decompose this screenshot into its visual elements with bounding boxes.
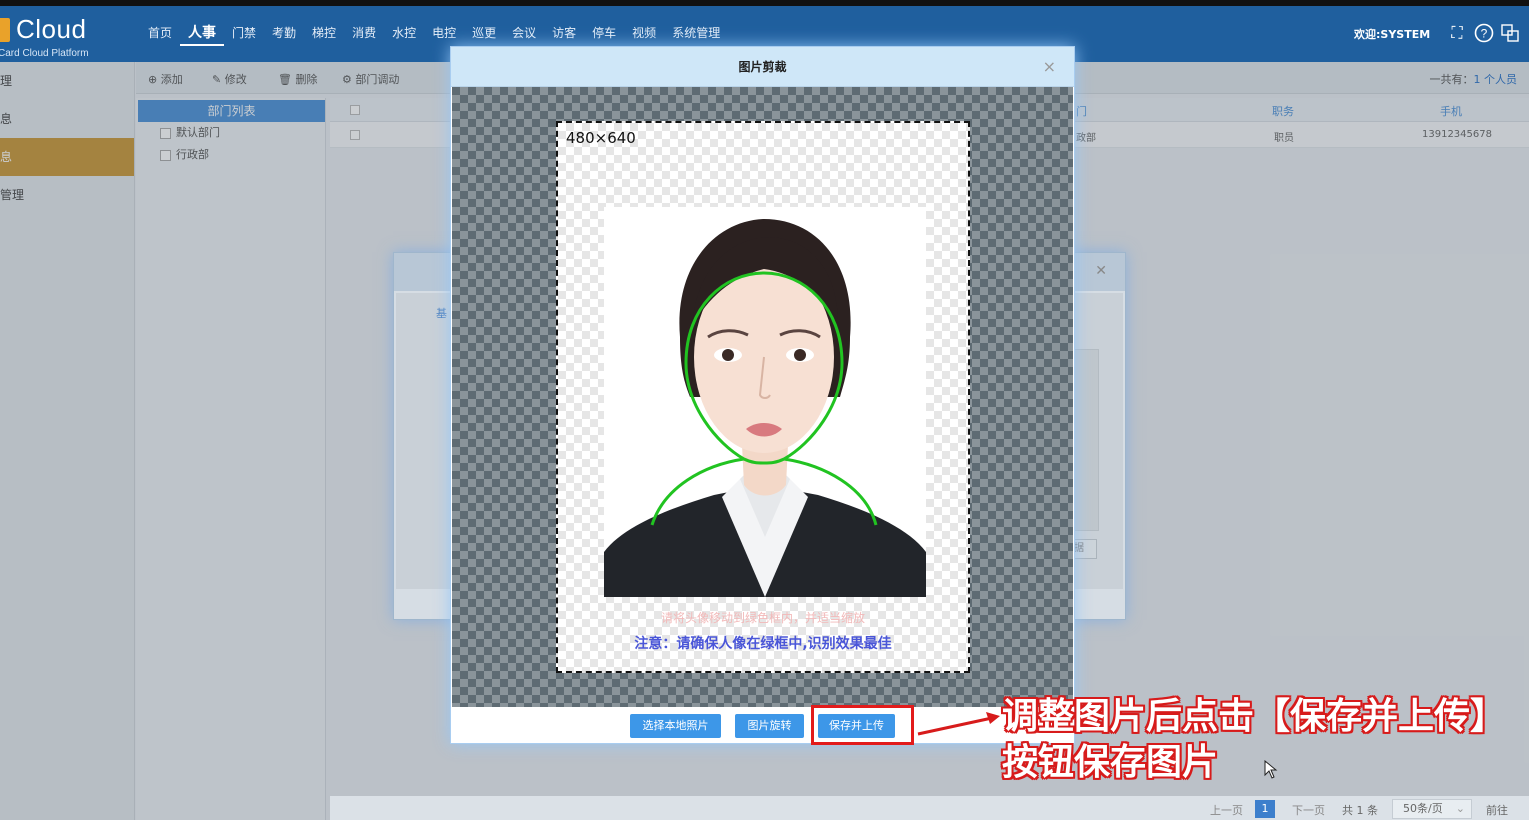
pagination: 上一页 1 下一页 共 1 条 50条/页 ⌄ 前往 xyxy=(330,796,1529,820)
page-number-current[interactable]: 1 xyxy=(1255,800,1275,818)
nav-parking[interactable]: 停车 xyxy=(584,24,624,46)
close-icon[interactable]: ✕ xyxy=(1095,263,1107,279)
nav-personnel[interactable]: 人事 xyxy=(180,24,225,46)
image-crop-dialog: 图片剪裁 × 480×640 请将头像移动到绿色框内，并适当缩放 注意：请确保人… xyxy=(450,46,1075,744)
annotation-text: 调整图片后点击【保存并上传】 按钮保存图片 xyxy=(1002,694,1506,786)
dialog-title: 图片剪裁 xyxy=(451,47,1074,87)
logo-title: Cloud xyxy=(16,14,87,44)
crop-hint-text: 请将头像移动到绿色框内，并适当缩放 xyxy=(660,611,865,625)
next-page-button[interactable]: 下一页 xyxy=(1292,802,1325,818)
crop-size-label: 480×640 xyxy=(566,129,636,147)
logo-icon xyxy=(0,18,10,42)
main-nav: 首页 人事 门禁 考勤 梯控 消费 水控 电控 巡更 会议 访客 停车 视频 系… xyxy=(140,24,728,46)
annotation-arrow-icon xyxy=(917,712,1000,736)
crop-canvas[interactable]: 480×640 请将头像移动到绿色框内，并适当缩放 注意：请确保人像在绿框中,识… xyxy=(452,87,1073,707)
nav-system[interactable]: 系统管理 xyxy=(664,24,728,46)
nav-water[interactable]: 水控 xyxy=(384,24,424,46)
rotate-image-button[interactable]: 图片旋转 xyxy=(735,714,804,738)
language-icon[interactable] xyxy=(1500,23,1520,43)
nav-patrol[interactable]: 巡更 xyxy=(464,24,504,46)
crop-selection-box[interactable]: 480×640 请将头像移动到绿色框内，并适当缩放 注意：请确保人像在绿框中,识… xyxy=(556,121,970,673)
nav-meeting[interactable]: 会议 xyxy=(504,24,544,46)
help-icon[interactable]: ? xyxy=(1474,23,1494,43)
svg-text:?: ? xyxy=(1481,27,1488,41)
mouse-cursor-icon xyxy=(1264,760,1278,779)
prev-page-button[interactable]: 上一页 xyxy=(1210,802,1243,818)
crop-notice: 注意：请确保人像在绿框中,识别效果最佳 xyxy=(634,636,892,652)
welcome-text: 欢迎:SYSTEM xyxy=(1354,28,1431,41)
portrait-photo xyxy=(604,207,926,597)
page-size-select[interactable]: 50条/页 ⌄ xyxy=(1392,799,1472,819)
annotation-highlight-box xyxy=(811,705,914,745)
nav-elevator[interactable]: 梯控 xyxy=(304,24,344,46)
nav-video[interactable]: 视频 xyxy=(624,24,664,46)
logo-subtitle: Card Cloud Platform xyxy=(0,48,89,59)
chevron-down-icon: ⌄ xyxy=(1455,802,1465,815)
nav-home[interactable]: 首页 xyxy=(140,24,180,46)
goto-page-label: 前往 xyxy=(1486,804,1508,817)
choose-local-photo-button[interactable]: 选择本地照片 xyxy=(630,714,721,738)
annotation-line-2: 按钮保存图片 xyxy=(1002,742,1219,783)
tab-basic[interactable]: 基 xyxy=(436,305,447,321)
nav-consumption[interactable]: 消费 xyxy=(344,24,384,46)
annotation-line-1: 调整图片后点击【保存并上传】 xyxy=(1002,696,1507,737)
nav-access[interactable]: 门禁 xyxy=(224,24,264,46)
nav-attendance[interactable]: 考勤 xyxy=(264,24,304,46)
total-records: 共 1 条 xyxy=(1342,804,1378,817)
fullscreen-icon[interactable]: ⛶ xyxy=(1447,23,1467,43)
nav-visitor[interactable]: 访客 xyxy=(544,24,584,46)
close-icon[interactable]: × xyxy=(1043,57,1056,76)
nav-power[interactable]: 电控 xyxy=(424,24,464,46)
